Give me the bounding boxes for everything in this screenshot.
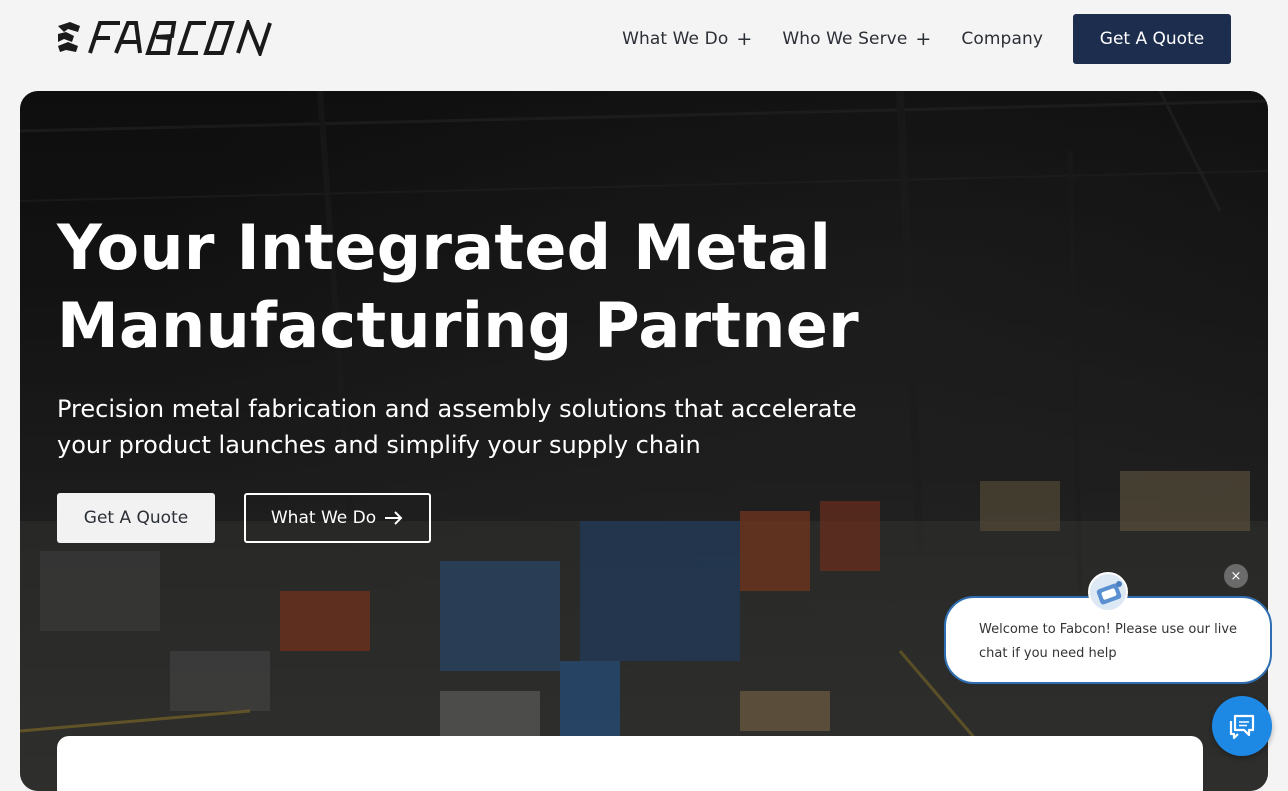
nav-item-label: Who We Serve [782, 29, 908, 49]
logo-mark-icon [58, 20, 272, 56]
hero-title: Your Integrated Metal Manufacturing Part… [57, 209, 957, 365]
content-card [57, 736, 1203, 791]
hero-what-we-do-label: What We Do [270, 508, 377, 528]
chat-icon [1229, 714, 1255, 740]
nav-item-who-we-serve[interactable]: Who We Serve + [782, 28, 931, 50]
plus-icon: + [736, 28, 753, 50]
chat-message-line: Welcome to Fabcon! Please use our live [979, 622, 1238, 637]
nav-item-what-we-do[interactable]: What We Do + [622, 28, 752, 50]
chat-message-line: chat if you need help [979, 646, 1117, 661]
main-nav: What We Do + Who We Serve + Company Get … [622, 14, 1231, 64]
nav-item-label: What We Do [622, 29, 729, 49]
hero-subtitle: Precision metal fabrication and assembly… [57, 391, 887, 463]
nav-item-label: Company [961, 29, 1043, 49]
chat-launcher-button[interactable] [1212, 696, 1272, 756]
hero-subtitle-line: your product launches and simplify your … [57, 431, 701, 459]
arrow-right-icon [385, 511, 403, 525]
plus-icon: + [915, 28, 932, 50]
hero-get-quote-button[interactable]: Get A Quote [57, 493, 215, 543]
hero-subtitle-line: Precision metal fabrication and assembly… [57, 395, 857, 423]
fabcon-logo[interactable] [56, 20, 272, 56]
hero-title-line: Manufacturing Partner [57, 289, 859, 362]
hero-section: Your Integrated Metal Manufacturing Part… [20, 91, 1268, 791]
header-get-quote-button[interactable]: Get A Quote [1073, 14, 1231, 64]
hero-title-line: Your Integrated Metal [57, 211, 832, 284]
site-header: What We Do + Who We Serve + Company Get … [0, 0, 1288, 78]
nav-item-company[interactable]: Company [961, 29, 1043, 49]
chat-close-button[interactable]: × [1224, 564, 1248, 588]
hero-what-we-do-button[interactable]: What We Do [244, 493, 431, 543]
chat-agent-avatar [1088, 572, 1128, 612]
